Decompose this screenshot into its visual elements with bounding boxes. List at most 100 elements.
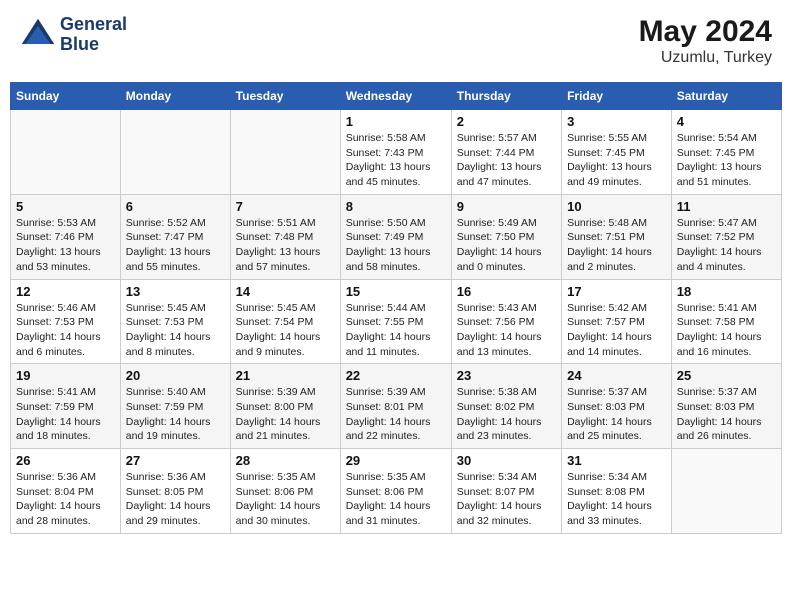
calendar-week-4: 19 Sunrise: 5:41 AM Sunset: 7:59 PM Dayli… — [11, 364, 782, 449]
calendar-day: 6 Sunrise: 5:52 AM Sunset: 7:47 PM Daylig… — [120, 194, 230, 279]
day-info: Sunrise: 5:54 AM Sunset: 7:45 PM Dayligh… — [677, 131, 776, 190]
day-info: Sunrise: 5:38 AM Sunset: 8:02 PM Dayligh… — [457, 385, 556, 444]
calendar-day: 29 Sunrise: 5:35 AM Sunset: 8:06 PM Dayli… — [340, 449, 451, 534]
title-block: May 2024 Uzumlu, Turkey — [639, 15, 772, 67]
day-number: 20 — [126, 368, 225, 383]
day-number: 22 — [346, 368, 446, 383]
calendar-day: 11 Sunrise: 5:47 AM Sunset: 7:52 PM Dayli… — [671, 194, 781, 279]
day-number: 30 — [457, 453, 556, 468]
day-info: Sunrise: 5:39 AM Sunset: 8:00 PM Dayligh… — [236, 385, 335, 444]
day-info: Sunrise: 5:41 AM Sunset: 7:59 PM Dayligh… — [16, 385, 115, 444]
day-info: Sunrise: 5:36 AM Sunset: 8:04 PM Dayligh… — [16, 470, 115, 529]
day-number: 19 — [16, 368, 115, 383]
calendar-week-2: 5 Sunrise: 5:53 AM Sunset: 7:46 PM Daylig… — [11, 194, 782, 279]
day-number: 15 — [346, 284, 446, 299]
logo: General Blue — [20, 15, 127, 55]
day-number: 28 — [236, 453, 335, 468]
day-number: 7 — [236, 199, 335, 214]
calendar-day: 19 Sunrise: 5:41 AM Sunset: 7:59 PM Dayli… — [11, 364, 121, 449]
day-info: Sunrise: 5:48 AM Sunset: 7:51 PM Dayligh… — [567, 216, 666, 275]
calendar-day: 15 Sunrise: 5:44 AM Sunset: 7:55 PM Dayli… — [340, 279, 451, 364]
calendar-day: 30 Sunrise: 5:34 AM Sunset: 8:07 PM Dayli… — [451, 449, 561, 534]
calendar-day: 17 Sunrise: 5:42 AM Sunset: 7:57 PM Dayli… — [562, 279, 672, 364]
day-number: 5 — [16, 199, 115, 214]
day-number: 3 — [567, 114, 666, 129]
day-info: Sunrise: 5:51 AM Sunset: 7:48 PM Dayligh… — [236, 216, 335, 275]
calendar-day: 27Sunrise: 5:36 AM Sunset: 8:05 PM Dayli… — [120, 449, 230, 534]
calendar-header-row: SundayMondayTuesdayWednesdayThursdayFrid… — [11, 83, 782, 110]
day-number: 14 — [236, 284, 335, 299]
logo-line1: General — [60, 15, 127, 35]
calendar-day: 10 Sunrise: 5:48 AM Sunset: 7:51 PM Dayli… — [562, 194, 672, 279]
day-number: 24 — [567, 368, 666, 383]
day-number: 8 — [346, 199, 446, 214]
day-info: Sunrise: 5:52 AM Sunset: 7:47 PM Dayligh… — [126, 216, 225, 275]
calendar-day: 12Sunrise: 5:46 AM Sunset: 7:53 PM Dayli… — [11, 279, 121, 364]
weekday-header-thursday: Thursday — [451, 83, 561, 110]
day-info: Sunrise: 5:34 AM Sunset: 8:08 PM Dayligh… — [567, 470, 666, 529]
page-header: General Blue May 2024 Uzumlu, Turkey — [10, 10, 782, 72]
day-number: 11 — [677, 199, 776, 214]
calendar-day: 22Sunrise: 5:39 AM Sunset: 8:01 PM Dayli… — [340, 364, 451, 449]
day-info: Sunrise: 5:44 AM Sunset: 7:55 PM Dayligh… — [346, 301, 446, 360]
day-number: 26 — [16, 453, 115, 468]
calendar-week-3: 12Sunrise: 5:46 AM Sunset: 7:53 PM Dayli… — [11, 279, 782, 364]
weekday-header-saturday: Saturday — [671, 83, 781, 110]
logo-line2: Blue — [60, 35, 127, 55]
calendar-day: 7 Sunrise: 5:51 AM Sunset: 7:48 PM Daylig… — [230, 194, 340, 279]
calendar-day: 14 Sunrise: 5:45 AM Sunset: 7:54 PM Dayli… — [230, 279, 340, 364]
calendar-day: 20 Sunrise: 5:40 AM Sunset: 7:59 PM Dayli… — [120, 364, 230, 449]
day-info: Sunrise: 5:34 AM Sunset: 8:07 PM Dayligh… — [457, 470, 556, 529]
day-info: Sunrise: 5:40 AM Sunset: 7:59 PM Dayligh… — [126, 385, 225, 444]
weekday-header-wednesday: Wednesday — [340, 83, 451, 110]
calendar-day: 28Sunrise: 5:35 AM Sunset: 8:06 PM Dayli… — [230, 449, 340, 534]
day-info: Sunrise: 5:35 AM Sunset: 8:06 PM Dayligh… — [346, 470, 446, 529]
day-number: 1 — [346, 114, 446, 129]
day-number: 29 — [346, 453, 446, 468]
day-number: 31 — [567, 453, 666, 468]
calendar-day: 31 Sunrise: 5:34 AM Sunset: 8:08 PM Dayli… — [562, 449, 672, 534]
day-number: 9 — [457, 199, 556, 214]
day-info: Sunrise: 5:37 AM Sunset: 8:03 PM Dayligh… — [567, 385, 666, 444]
calendar-day: 18Sunrise: 5:41 AM Sunset: 7:58 PM Dayli… — [671, 279, 781, 364]
day-info: Sunrise: 5:36 AM Sunset: 8:05 PM Dayligh… — [126, 470, 225, 529]
day-info: Sunrise: 5:45 AM Sunset: 7:54 PM Dayligh… — [236, 301, 335, 360]
calendar-day: 16Sunrise: 5:43 AM Sunset: 7:56 PM Dayli… — [451, 279, 561, 364]
day-number: 23 — [457, 368, 556, 383]
calendar-day: 8Sunrise: 5:50 AM Sunset: 7:49 PM Daylig… — [340, 194, 451, 279]
day-number: 25 — [677, 368, 776, 383]
day-number: 12 — [16, 284, 115, 299]
weekday-header-sunday: Sunday — [11, 83, 121, 110]
day-info: Sunrise: 5:47 AM Sunset: 7:52 PM Dayligh… — [677, 216, 776, 275]
day-info: Sunrise: 5:58 AM Sunset: 7:43 PM Dayligh… — [346, 131, 446, 190]
location: Uzumlu, Turkey — [639, 49, 772, 67]
calendar-day: 24 Sunrise: 5:37 AM Sunset: 8:03 PM Dayli… — [562, 364, 672, 449]
calendar-table: SundayMondayTuesdayWednesdayThursdayFrid… — [10, 82, 782, 534]
calendar-day: 21Sunrise: 5:39 AM Sunset: 8:00 PM Dayli… — [230, 364, 340, 449]
calendar-day: 23 Sunrise: 5:38 AM Sunset: 8:02 PM Dayli… — [451, 364, 561, 449]
day-number: 4 — [677, 114, 776, 129]
calendar-day — [11, 110, 121, 195]
day-info: Sunrise: 5:43 AM Sunset: 7:56 PM Dayligh… — [457, 301, 556, 360]
logo-icon — [20, 17, 56, 53]
day-number: 17 — [567, 284, 666, 299]
calendar-day: 3 Sunrise: 5:55 AM Sunset: 7:45 PM Daylig… — [562, 110, 672, 195]
calendar-day: 13Sunrise: 5:45 AM Sunset: 7:53 PM Dayli… — [120, 279, 230, 364]
calendar-day: 9 Sunrise: 5:49 AM Sunset: 7:50 PM Daylig… — [451, 194, 561, 279]
day-info: Sunrise: 5:55 AM Sunset: 7:45 PM Dayligh… — [567, 131, 666, 190]
logo-text: General Blue — [60, 15, 127, 55]
calendar-day: 1 Sunrise: 5:58 AM Sunset: 7:43 PM Daylig… — [340, 110, 451, 195]
day-number: 10 — [567, 199, 666, 214]
day-info: Sunrise: 5:53 AM Sunset: 7:46 PM Dayligh… — [16, 216, 115, 275]
calendar-day: 4 Sunrise: 5:54 AM Sunset: 7:45 PM Daylig… — [671, 110, 781, 195]
calendar-week-1: 1 Sunrise: 5:58 AM Sunset: 7:43 PM Daylig… — [11, 110, 782, 195]
day-info: Sunrise: 5:49 AM Sunset: 7:50 PM Dayligh… — [457, 216, 556, 275]
day-info: Sunrise: 5:42 AM Sunset: 7:57 PM Dayligh… — [567, 301, 666, 360]
calendar-day: 2Sunrise: 5:57 AM Sunset: 7:44 PM Daylig… — [451, 110, 561, 195]
day-number: 6 — [126, 199, 225, 214]
calendar-day — [671, 449, 781, 534]
day-number: 13 — [126, 284, 225, 299]
calendar-day — [120, 110, 230, 195]
calendar-week-5: 26 Sunrise: 5:36 AM Sunset: 8:04 PM Dayli… — [11, 449, 782, 534]
day-info: Sunrise: 5:41 AM Sunset: 7:58 PM Dayligh… — [677, 301, 776, 360]
